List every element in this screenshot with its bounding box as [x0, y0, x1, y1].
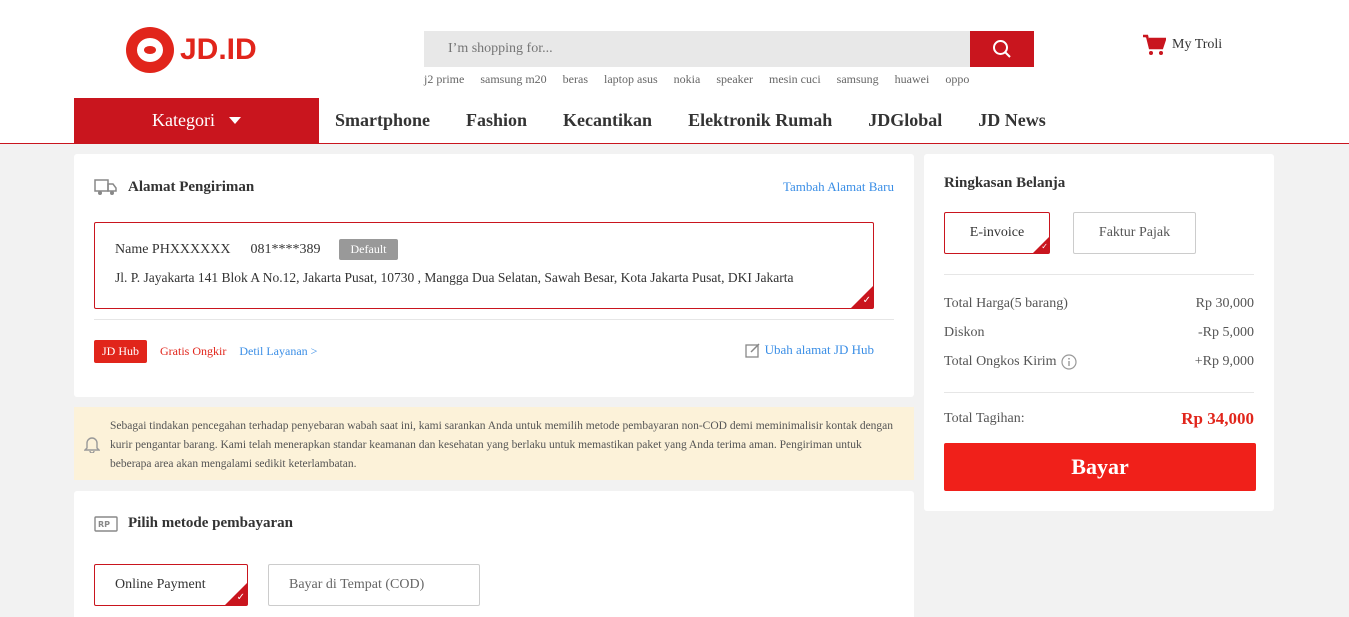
payment-section-title: RP Pilih metode pembayaran	[94, 515, 293, 532]
kategori-label: Kategori	[152, 110, 215, 130]
pay-button[interactable]: Bayar	[944, 443, 1256, 491]
payment-title: Pilih metode pembayaran	[128, 515, 293, 531]
selected-address-box[interactable]: Name PHXXXXXX 081****389 Default Jl. P. …	[94, 222, 874, 309]
row-label: Diskon	[944, 325, 985, 340]
search-button[interactable]	[970, 31, 1034, 67]
truck-icon	[94, 179, 117, 195]
payment-method-card: RP Pilih metode pembayaran Online Paymen…	[74, 491, 914, 617]
jd-mascot-icon	[126, 27, 174, 73]
divider	[944, 392, 1254, 393]
change-hub-label: Ubah alamat JD Hub	[764, 342, 874, 357]
svg-text:RP: RP	[98, 520, 110, 529]
row-value: +Rp 9,000	[1194, 354, 1254, 369]
row-value: -Rp 5,000	[1198, 325, 1254, 340]
hot-search-words: j2 prime samsung m20 beras laptop asus n…	[424, 72, 969, 87]
address-title: Alamat Pengiriman	[128, 178, 255, 195]
add-address-link[interactable]: Tambah Alamat Baru	[783, 179, 894, 195]
cart-label: My Troli	[1172, 37, 1223, 52]
hot-word[interactable]: j2 prime	[424, 72, 464, 87]
total-price-row: Total Harga(5 barang) Rp 30,000	[944, 296, 1254, 312]
hot-word[interactable]: speaker	[716, 72, 753, 87]
tax-invoice-label: Faktur Pajak	[1098, 225, 1171, 240]
cod-label: Bayar di Tempat (COD)	[289, 577, 425, 592]
change-hub-link[interactable]: Ubah alamat JD Hub	[744, 342, 874, 358]
shipping-address-card: Alamat Pengiriman Tambah Alamat Baru Nam…	[74, 154, 914, 397]
total-value: Rp 34,000	[1181, 409, 1254, 428]
total-label: Total Tagihan:	[944, 411, 1025, 426]
bell-icon	[84, 437, 100, 453]
nav-jdglobal[interactable]: JDGlobal	[868, 110, 942, 131]
recipient-name: Name PHXXXXXX	[115, 241, 231, 257]
edit-icon	[744, 343, 760, 358]
hot-word[interactable]: nokia	[674, 72, 701, 87]
search-bar	[424, 31, 1034, 67]
caret-down-icon	[228, 117, 241, 124]
row-label: Total Ongkos Kirim	[944, 354, 1057, 369]
hot-word[interactable]: beras	[563, 72, 588, 87]
order-summary-card: Ringkasan Belanja E-invoice Faktur Pajak…	[924, 154, 1274, 511]
covid-notice: Sebagai tindakan pencegahan terhadap pen…	[74, 407, 914, 480]
e-invoice-label: E-invoice	[969, 225, 1025, 240]
hot-word[interactable]: samsung	[837, 72, 879, 87]
search-icon	[993, 40, 1011, 58]
recipient-phone: 081****389	[250, 241, 321, 257]
logo-text: JD.ID	[180, 33, 257, 66]
info-icon[interactable]	[1060, 354, 1077, 370]
nav-fashion[interactable]: Fashion	[466, 110, 527, 131]
divider	[944, 274, 1254, 275]
nav-smartphone[interactable]: Smartphone	[335, 110, 430, 131]
hot-word[interactable]: samsung m20	[480, 72, 546, 87]
online-payment-option[interactable]: Online Payment	[94, 564, 248, 606]
free-shipping-text: Gratis Ongkir	[160, 344, 227, 358]
search-input[interactable]	[424, 31, 970, 67]
selected-check-icon	[1033, 237, 1049, 253]
jd-logo[interactable]: JD.ID	[126, 27, 257, 73]
jd-hub-badge: JD Hub	[94, 340, 148, 363]
cart-icon	[1143, 34, 1166, 55]
nav-kecantikan[interactable]: Kecantikan	[563, 110, 652, 131]
hot-word[interactable]: huawei	[895, 72, 930, 87]
hot-word[interactable]: laptop asus	[604, 72, 658, 87]
nav-jd-news[interactable]: JD News	[978, 110, 1046, 131]
rp-card-icon: RP	[94, 515, 118, 532]
total-bill-row: Total Tagihan: Rp 34,000	[944, 409, 1254, 429]
cart-link[interactable]: My Troli	[1142, 34, 1222, 56]
divider	[94, 319, 894, 320]
address-section-title: Alamat Pengiriman	[94, 178, 254, 196]
cod-option[interactable]: Bayar di Tempat (COD)	[268, 564, 480, 606]
header: JD.ID j2 prime samsung m20 beras laptop …	[0, 0, 1349, 144]
hot-word[interactable]: mesin cuci	[769, 72, 821, 87]
discount-row: Diskon -Rp 5,000	[944, 325, 1254, 341]
hot-word[interactable]: oppo	[945, 72, 969, 87]
default-badge: Default	[338, 239, 399, 260]
selected-check-icon	[851, 286, 873, 308]
tax-invoice-option[interactable]: Faktur Pajak	[1073, 212, 1196, 254]
main-nav: Kategori Smartphone Fashion Kecantikan E…	[74, 98, 1046, 143]
row-label: Total Harga(5 barang)	[944, 296, 1068, 311]
notice-text: Sebagai tindakan pencegahan terhadap pen…	[110, 420, 894, 470]
selected-check-icon	[225, 583, 247, 605]
row-value: Rp 30,000	[1195, 296, 1254, 311]
nav-elektronik-rumah[interactable]: Elektronik Rumah	[688, 110, 832, 131]
online-payment-label: Online Payment	[115, 577, 206, 592]
shipping-cost-row: Total Ongkos Kirim +Rp 9,000	[944, 354, 1254, 370]
service-detail-link[interactable]: Detil Layanan >	[239, 344, 317, 359]
kategori-menu[interactable]: Kategori	[74, 98, 319, 143]
e-invoice-option[interactable]: E-invoice	[944, 212, 1050, 254]
summary-title: Ringkasan Belanja	[944, 175, 1066, 191]
full-address: Jl. P. Jayakarta 141 Blok A No.12, Jakar…	[115, 270, 794, 285]
